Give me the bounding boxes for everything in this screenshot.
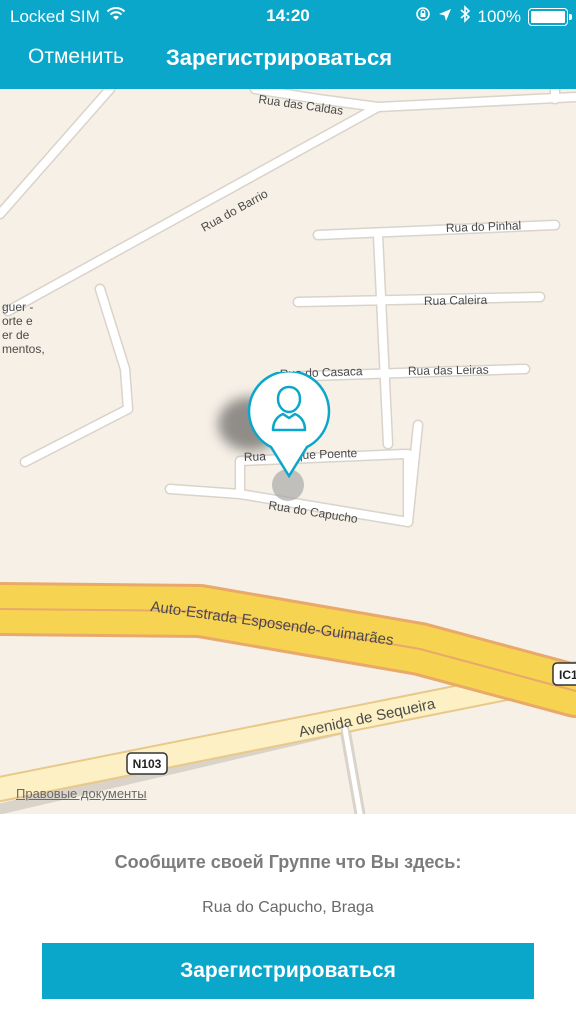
shield-label: IC1 [559,668,576,682]
app-root: Locked SIM 14:20 100% Отменить Зарегистр… [0,0,576,1024]
battery-percent: 100% [477,6,521,26]
road-shield-ic1: IC1 [552,662,576,686]
header: Locked SIM 14:20 100% Отменить Зарегистр… [0,0,576,89]
street-label: Rua Caleira [424,293,488,308]
location-pin[interactable] [247,372,331,478]
poi-label: er de [2,328,30,342]
status-right: 100% [415,5,572,28]
battery-level [531,10,565,23]
bluetooth-icon [459,5,471,28]
battery-icon [528,7,572,26]
page-title: Зарегистрироваться [166,45,393,70]
street-label: Rua das Leiras [408,363,489,378]
register-button[interactable]: Зарегистрироваться [42,943,534,999]
map-view[interactable]: Rua das Caldas Rua do Barrio Rua do Pinh… [0,89,576,814]
status-bar: Locked SIM 14:20 100% [0,0,576,30]
location-arrow-icon [438,7,452,27]
checkin-prompt: Сообщите своей Группе что Вы здесь: [114,852,462,872]
street-label: Rua do Barrio [199,186,271,234]
poi-label: mentos, [2,342,45,356]
road-shield-n103: N103 [126,752,168,775]
poi-label: guer - [2,300,33,314]
checkin-panel: Сообщите своей Группе что Вы здесь: Rua … [0,814,576,1024]
nav-bar: Отменить Зарегистрироваться [0,30,576,89]
rotation-lock-icon [415,6,431,27]
poi-label: orte e [2,314,33,328]
address-label: Rua do Capucho, Braga [202,899,374,916]
cancel-button[interactable]: Отменить [28,45,124,69]
legal-link[interactable]: Правовые документы [16,786,147,801]
street-label: Rua do Pinhal [446,218,522,235]
shield-label: N103 [133,757,162,771]
